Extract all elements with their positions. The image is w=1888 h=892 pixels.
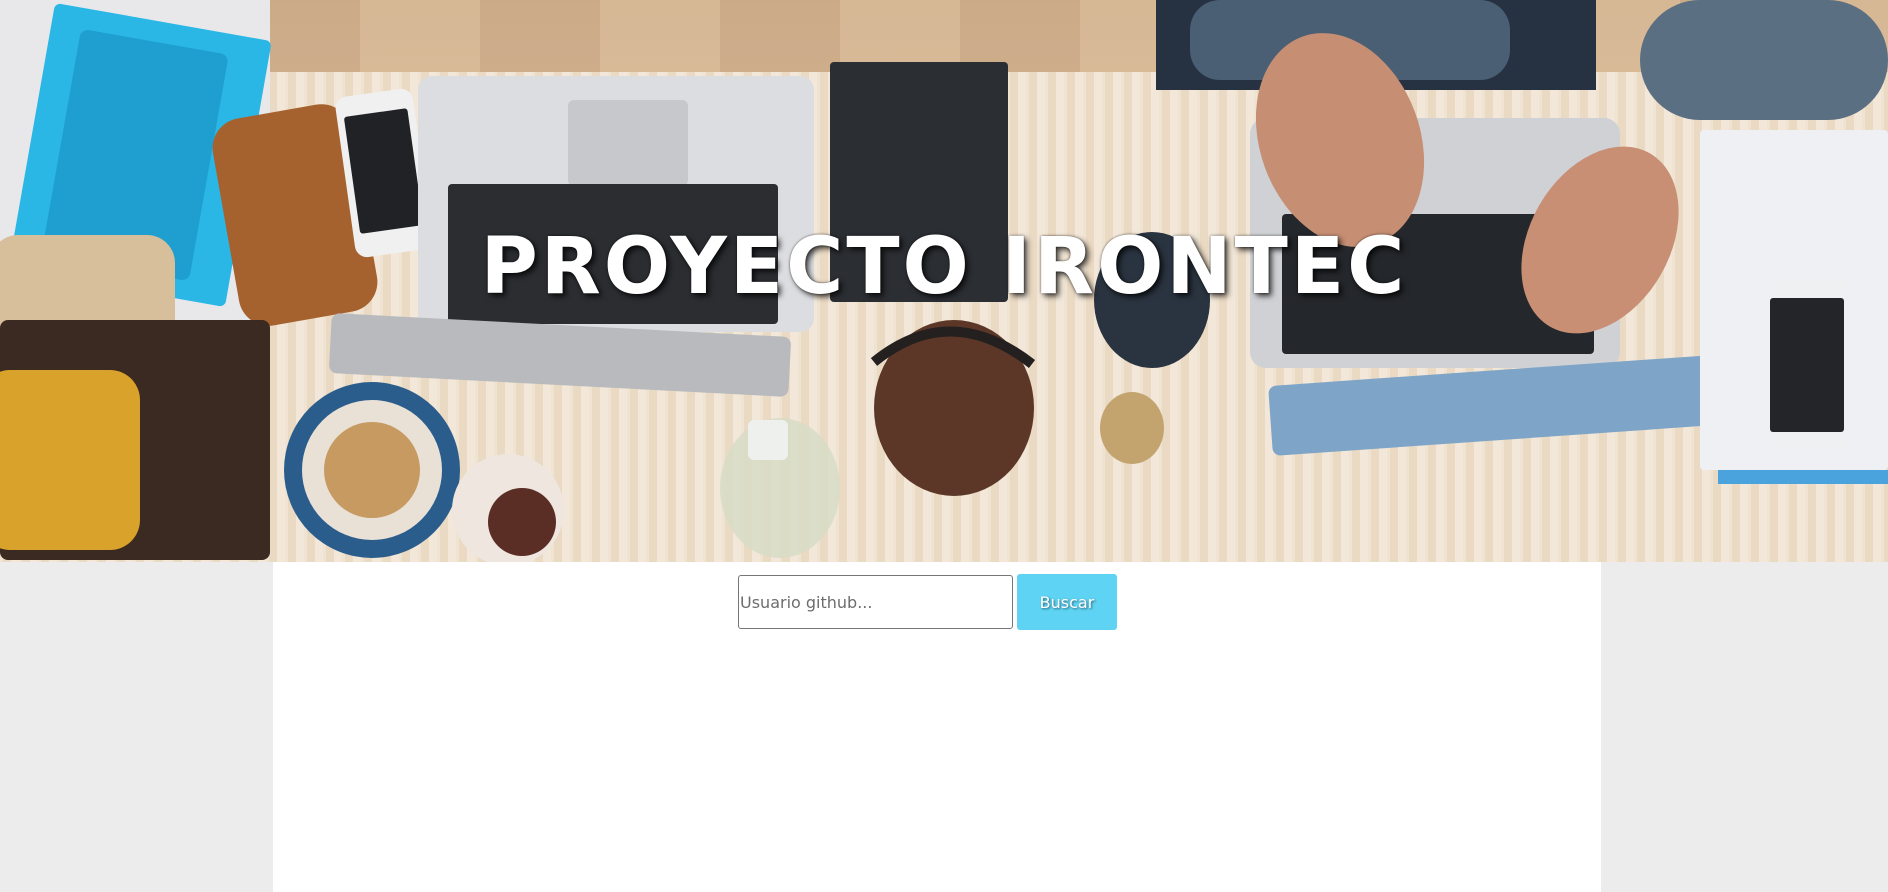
search-button[interactable]: Buscar: [1017, 574, 1117, 630]
page-title: PROYECTO IRONTEC: [480, 222, 1408, 312]
main-content: Buscar: [273, 562, 1601, 892]
search-form: Buscar: [738, 574, 1117, 630]
github-user-search-input[interactable]: [738, 575, 1013, 629]
hero-banner: PROYECTO IRONTEC: [0, 0, 1888, 562]
